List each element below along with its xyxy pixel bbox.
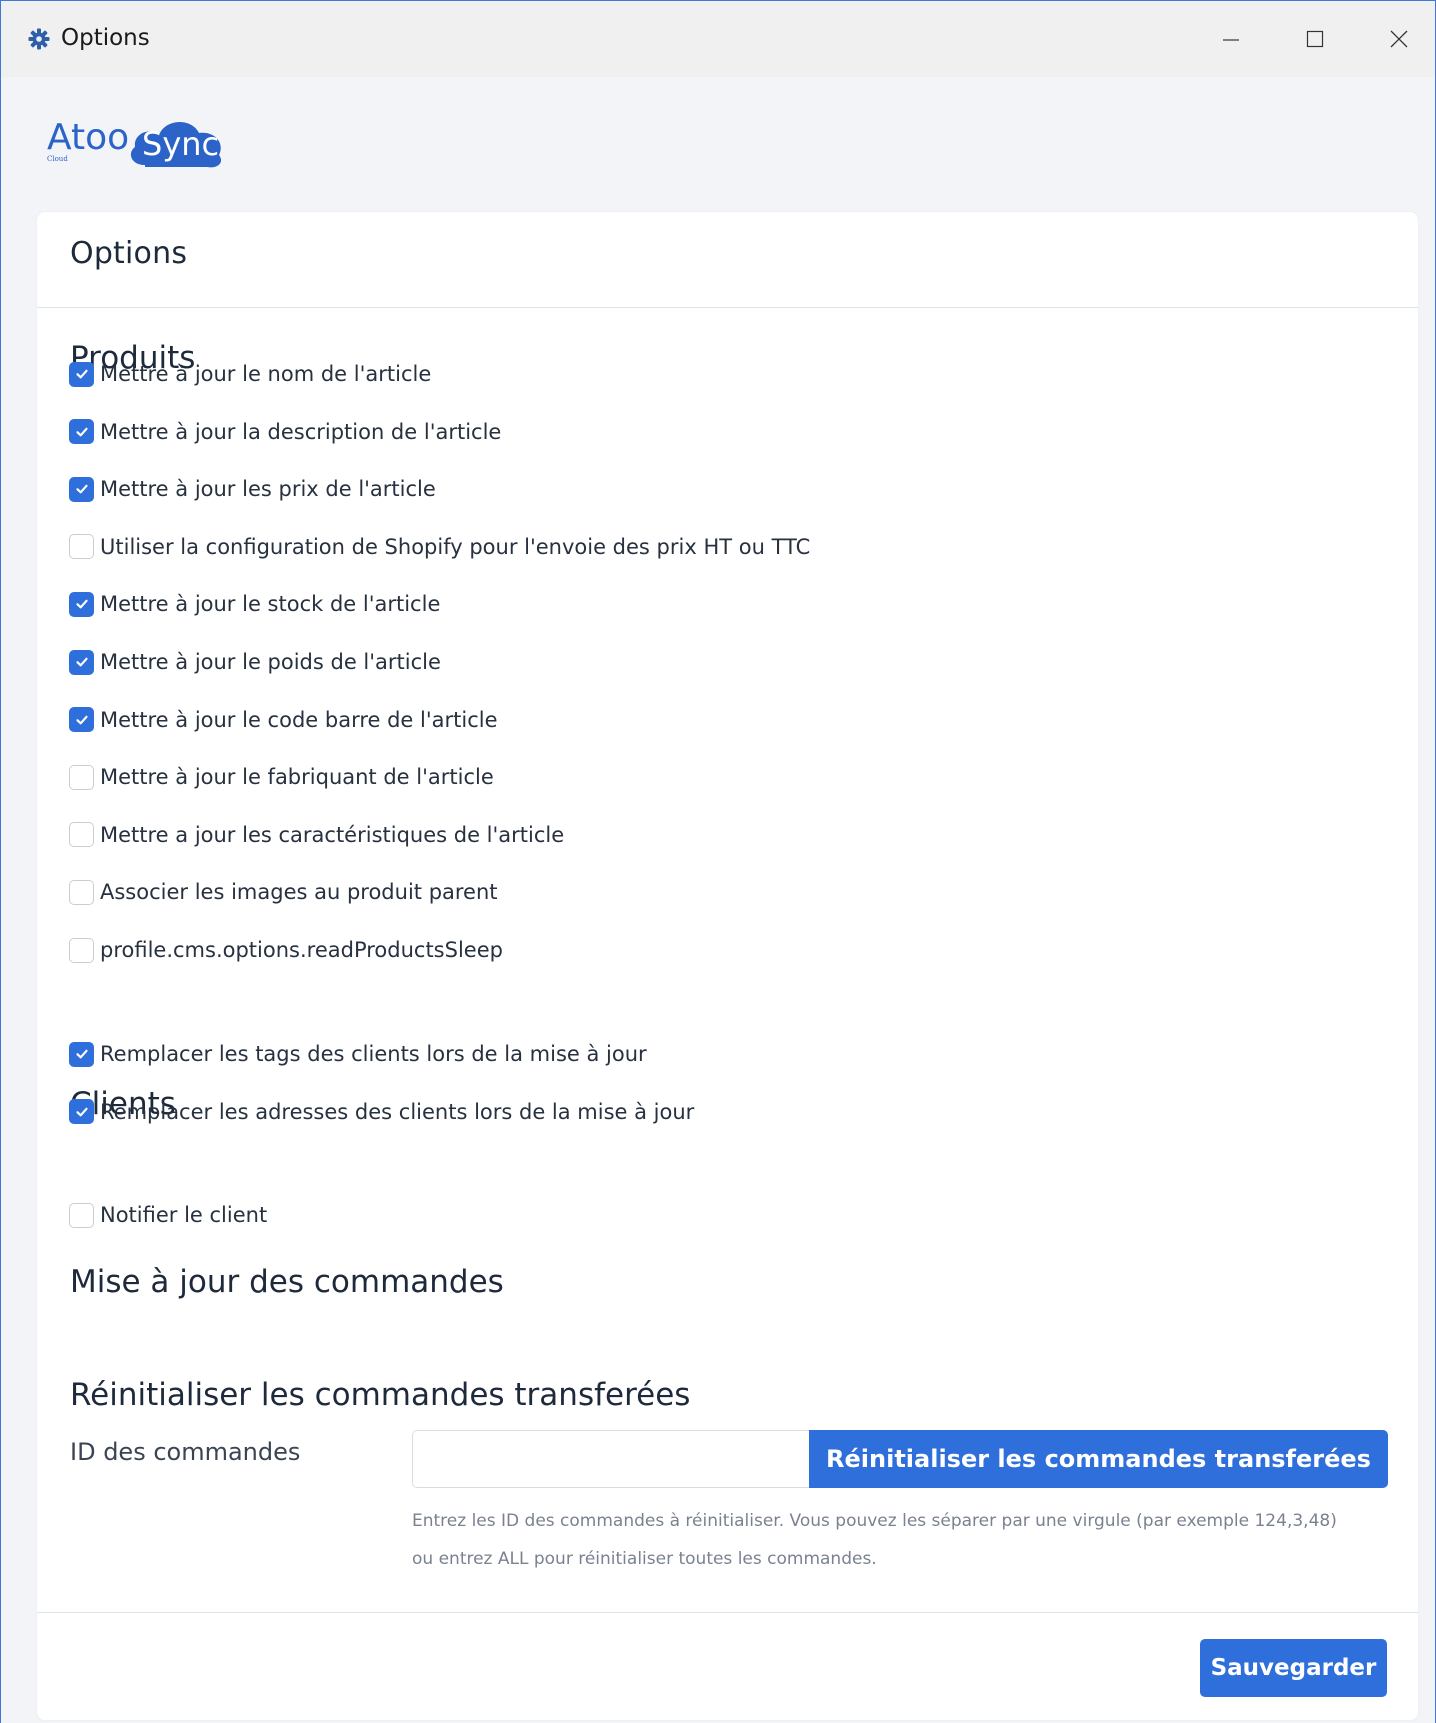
order-ids-input[interactable]	[412, 1430, 810, 1488]
checkbox-checked[interactable]	[69, 1041, 94, 1067]
checkbox-row[interactable]: Mettre à jour le fabriquant de l'article	[69, 762, 494, 792]
order-ids-help: Entrez les ID des commandes à réinitiali…	[412, 1502, 1392, 1578]
checkbox-unchecked[interactable]	[69, 764, 94, 790]
checkbox-row[interactable]: Mettre à jour le nom de l'article	[69, 359, 431, 389]
help-line-2: ou entrez ALL pour réinitialiser toutes …	[412, 1549, 877, 1569]
checkbox-row[interactable]: Remplacer les adresses des clients lors …	[69, 1097, 694, 1127]
logo-sub: Cloud	[47, 155, 68, 163]
checkbox-row[interactable]: Mettre à jour la description de l'articl…	[69, 417, 501, 447]
checkbox-row[interactable]: Notifier le client	[69, 1200, 267, 1230]
help-line-1: Entrez les ID des commandes à réinitiali…	[412, 1511, 1337, 1531]
checkmark-icon	[75, 600, 88, 609]
options-window: Options Atoo Sync Cloud Options Produits…	[0, 0, 1436, 1723]
checkbox-label: profile.cms.options.readProductsSleep	[100, 938, 503, 962]
section-title-reset: Réinitialiser les commandes transferées	[70, 1377, 691, 1413]
close-icon	[1390, 30, 1408, 48]
checkbox-label: Mettre a jour les caractéristiques de l'…	[100, 822, 565, 847]
checkbox-row[interactable]: Remplacer les tags des clients lors de l…	[69, 1039, 647, 1069]
checkbox-row[interactable]: Mettre à jour le stock de l'article	[69, 589, 440, 619]
checkbox-checked[interactable]	[69, 707, 94, 733]
checkmark-icon	[75, 1107, 88, 1116]
checkbox-row[interactable]: Mettre à jour le code barre de l'article	[69, 705, 498, 735]
checkbox-checked[interactable]	[69, 476, 94, 502]
card-title: Options	[70, 236, 188, 271]
checkbox-row[interactable]: Mettre a jour les caractéristiques de l'…	[69, 820, 564, 850]
checkbox-label: Mettre à jour le fabriquant de l'article	[100, 765, 494, 790]
checkbox-label: Mettre à jour la description de l'articl…	[100, 419, 502, 444]
checkbox-label: Mettre à jour le stock de l'article	[100, 592, 441, 617]
card-header: Options	[37, 212, 1418, 308]
order-ids-label: ID des commandes	[70, 1438, 301, 1466]
maximize-button[interactable]	[1285, 15, 1345, 63]
checkmark-icon	[75, 1049, 88, 1059]
gear-icon	[27, 27, 51, 51]
checkbox-row[interactable]: Utiliser la configuration de Shopify pou…	[69, 532, 810, 562]
checkbox-row[interactable]: Mettre à jour les prix de l'article	[69, 474, 436, 504]
checkbox-unchecked[interactable]	[69, 937, 94, 963]
checkmark-icon	[75, 715, 88, 724]
close-button[interactable]	[1369, 15, 1429, 63]
minimize-icon	[1223, 39, 1239, 41]
checkbox-label: Mettre à jour les prix de l'article	[100, 477, 436, 502]
checkbox-row[interactable]: profile.cms.options.readProductsSleep	[69, 935, 503, 965]
logo-word-sync: Sync	[142, 125, 219, 163]
checkbox-label: Associer les images au produit parent	[100, 880, 498, 905]
checkbox-checked[interactable]	[69, 649, 94, 675]
checkbox-label: Mettre à jour le poids de l'article	[100, 650, 441, 674]
checkmark-icon	[75, 657, 88, 667]
checkbox-label: Remplacer les adresses des clients lors …	[100, 1099, 695, 1124]
checkbox-unchecked[interactable]	[69, 822, 94, 848]
window-title: Options	[61, 25, 150, 51]
reset-orders-button[interactable]: Réinitialiser les commandes transferées	[809, 1430, 1388, 1488]
checkbox-label: Remplacer les tags des clients lors de l…	[100, 1042, 647, 1066]
checkbox-checked[interactable]	[69, 1099, 94, 1125]
checkmark-icon	[75, 484, 88, 494]
checkbox-unchecked[interactable]	[69, 534, 94, 560]
atoosync-logo: Atoo Sync Cloud	[47, 103, 247, 173]
checkbox-unchecked[interactable]	[69, 879, 94, 905]
checkbox-row[interactable]: Mettre à jour le poids de l'article	[69, 647, 441, 677]
options-card: Options Produits Mettre à jour le nom de…	[37, 212, 1418, 1720]
checkbox-label: Mettre à jour le nom de l'article	[100, 362, 432, 386]
checkbox-label: Notifier le client	[100, 1203, 268, 1227]
save-button[interactable]: Sauvegarder	[1200, 1639, 1387, 1697]
checkbox-row[interactable]: Associer les images au produit parent	[69, 877, 498, 907]
minimize-button[interactable]	[1201, 15, 1261, 63]
checkbox-unchecked[interactable]	[69, 1202, 94, 1228]
checkmark-icon	[75, 369, 88, 379]
maximize-icon	[1306, 30, 1324, 48]
checkbox-checked[interactable]	[69, 419, 94, 445]
checkbox-checked[interactable]	[69, 361, 94, 387]
card-footer: Sauvegarder	[37, 1612, 1418, 1720]
checkmark-icon	[75, 427, 88, 436]
logo-word-atoo: Atoo	[47, 117, 129, 158]
section-title-commandes: Mise à jour des commandes	[70, 1264, 504, 1300]
checkbox-label: Utiliser la configuration de Shopify pou…	[100, 534, 811, 559]
title-bar: Options	[1, 1, 1435, 77]
checkbox-checked[interactable]	[69, 591, 94, 617]
checkbox-label: Mettre à jour le code barre de l'article	[100, 707, 498, 732]
